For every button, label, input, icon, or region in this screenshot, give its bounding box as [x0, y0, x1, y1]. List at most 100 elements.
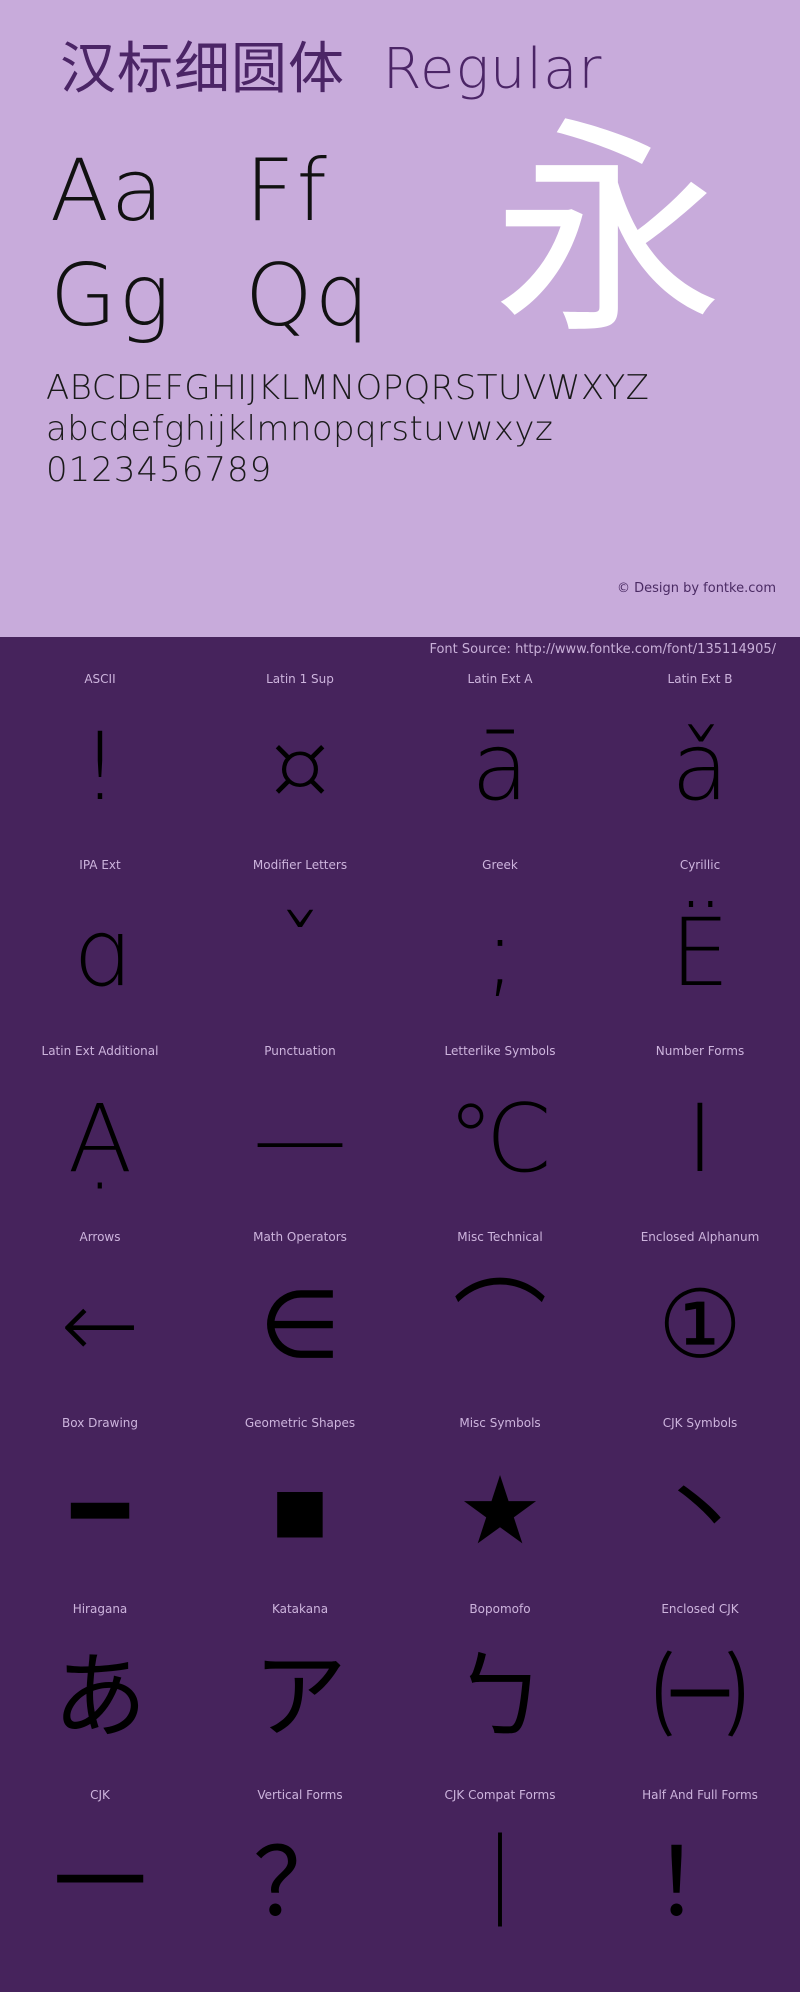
unicode-block-row: CJK 一 Vertical Forms ？ CJK Compat Forms ｜ Half… [0, 1779, 800, 1965]
unicode-block-cell[interactable]: Punctuation — [200, 1035, 400, 1221]
unicode-block-glyph: ㄅ [452, 1643, 547, 1752]
unicode-block-label: Geometric Shapes [244, 1416, 356, 1430]
unicode-block-cell[interactable]: Bopomofo ㄅ [400, 1593, 600, 1779]
unicode-block-glyph: ā [471, 713, 529, 822]
unicode-block-label: Cyrillic [679, 858, 721, 872]
unicode-block-cell[interactable]: Hiragana あ [0, 1593, 200, 1779]
unicode-block-cell[interactable]: Geometric Shapes ■ [200, 1407, 400, 1593]
unicode-block-cell[interactable]: Enclosed CJK ㈠ [600, 1593, 800, 1779]
unicode-block-glyph: ★ [457, 1457, 543, 1566]
unicode-block-cell[interactable]: Latin Ext Additional Ạ [0, 1035, 200, 1221]
unicode-block-row: IPA Ext ɑ Modifier Letters ˇ Greek; Cyrillic Ё [0, 849, 800, 1035]
unicode-block-glyph: ？ [252, 1829, 347, 1938]
unicode-block-glyph: ㈠ [652, 1643, 747, 1752]
unicode-block-label: Latin Ext Additional [41, 1044, 159, 1058]
alphabet-block: ABCDEFGHIJKLMNOPQRSTUVWXYZ abcdefghijklm… [46, 368, 766, 491]
uppercase-alphabet-line: ABCDEFGHIJKLMNOPQRSTUVWXYZ [46, 368, 650, 408]
sample-letter-qq: Qq [245, 245, 372, 346]
unicode-block-cell[interactable]: Latin 1 Sup ¤ [200, 663, 400, 849]
specimen-panel: 汉标细圆体 Regular Aa Ff Gg Qq 永 ABCDEFGHIJKL… [0, 0, 800, 637]
copyright-notice: © Design by fontke.com [616, 581, 776, 596]
unicode-block-cell[interactable]: Vertical Forms ？ [200, 1779, 400, 1965]
unicode-block-cell[interactable]: Number Forms Ⅰ [600, 1035, 800, 1221]
unicode-block-cell[interactable]: Modifier Letters ˇ [200, 849, 400, 1035]
unicode-block-cell[interactable]: Cyrillic Ё [600, 849, 800, 1035]
unicode-block-glyph: ɑ [70, 899, 130, 1008]
unicode-block-label: Modifier Letters [252, 858, 348, 872]
sample-letter-aa: Aa [50, 140, 166, 241]
unicode-block-label: Enclosed Alphanum [640, 1230, 760, 1244]
sample-letter-row: Gg Qq [50, 243, 450, 348]
unicode-block-glyph: あ [52, 1643, 147, 1752]
unicode-block-label: Math Operators [253, 1230, 347, 1244]
lowercase-alphabet-line: abcdefghijklmnopqrstuvwxyz [46, 409, 554, 449]
unicode-block-cell[interactable]: CJK Symbols 丶 [600, 1407, 800, 1593]
unicode-block-glyph: — [253, 1085, 347, 1194]
unicode-block-label: Enclosed CJK [661, 1602, 739, 1616]
unicode-block-glyph: ℃ [447, 1085, 553, 1194]
unicode-block-cell[interactable]: Math Operators ∈ [200, 1221, 400, 1407]
unicode-block-glyph: ① [657, 1271, 743, 1380]
unicode-block-glyph: ¤ [270, 713, 330, 822]
unicode-block-label: CJK [90, 1788, 110, 1802]
unicode-block-glyph: Ⅰ [686, 1085, 714, 1194]
sample-letter-ff: Ff [245, 140, 329, 241]
unicode-block-cell[interactable]: Latin Ext A ā [400, 663, 600, 849]
hanzi-sample-glyph: 永 [492, 99, 723, 366]
unicode-block-glyph: ！ [652, 1829, 747, 1938]
unicode-block-glyph: Ё [670, 899, 730, 1008]
unicode-block-glyph: ǎ [671, 713, 729, 822]
unicode-block-label: Number Forms [655, 1044, 745, 1058]
unicode-block-label: Greek [482, 858, 518, 872]
unicode-block-glyph: ｜ [452, 1829, 547, 1938]
unicode-block-cell[interactable]: ASCII! [0, 663, 200, 849]
unicode-block-cell[interactable]: IPA Ext ɑ [0, 849, 200, 1035]
unicode-block-label: Bopomofo [469, 1602, 531, 1616]
unicode-block-cell[interactable]: Misc Technical ⌒ [400, 1221, 600, 1407]
unicode-block-row: Box Drawing ━ Geometric Shapes ■ Misc Symbol… [0, 1407, 800, 1593]
unicode-block-label: IPA Ext [79, 858, 121, 872]
unicode-block-label: CJK Symbols [662, 1416, 738, 1430]
unicode-block-cell[interactable]: Greek; [400, 849, 600, 1035]
unicode-block-glyph: ━ [71, 1457, 129, 1566]
unicode-block-cell[interactable]: Arrows ← [0, 1221, 200, 1407]
unicode-block-glyph: ← [60, 1271, 140, 1380]
unicode-block-label: Misc Technical [457, 1230, 543, 1244]
unicode-block-label: Vertical Forms [257, 1788, 343, 1802]
unicode-block-cell[interactable]: Enclosed Alphanum ① [600, 1221, 800, 1407]
unicode-block-label: ASCII [84, 672, 116, 686]
unicode-block-cell[interactable]: Latin Ext B ǎ [600, 663, 800, 849]
unicode-block-glyph: Ạ [67, 1085, 133, 1194]
unicode-block-glyph: 丶 [652, 1457, 747, 1566]
sample-letter-gg: Gg [50, 245, 173, 346]
unicode-block-cell[interactable]: Misc Symbols ★ [400, 1407, 600, 1593]
unicode-block-label: Latin Ext A [467, 672, 533, 686]
sample-letter-row: Aa Ff [50, 138, 450, 243]
sample-letter-grid: Aa Ff Gg Qq [50, 138, 450, 348]
unicode-block-row: Hiragana あ Katakana ア Bopomofo ㄅ Enclosed CJK ㈠ [0, 1593, 800, 1779]
unicode-block-label: Letterlike Symbols [444, 1044, 556, 1058]
unicode-block-glyph: ■ [271, 1457, 329, 1566]
unicode-block-glyph: ⌒ [452, 1271, 547, 1380]
unicode-block-label: Katakana [271, 1602, 329, 1616]
unicode-block-cell[interactable]: Box Drawing ━ [0, 1407, 200, 1593]
unicode-block-cell[interactable]: Half And Full Forms ！ [600, 1779, 800, 1965]
unicode-block-grid: ASCII! Latin 1 Sup ¤ Latin Ext Aā Latin Ext … [0, 663, 800, 1992]
font-source-link[interactable]: Font Source: http://www.fontke.com/font/… [429, 640, 776, 660]
unicode-block-glyph: ∈ [259, 1271, 341, 1380]
unicode-block-glyph: ; [484, 899, 516, 1008]
unicode-block-glyph: ! [81, 713, 119, 822]
unicode-block-cell[interactable]: CJK 一 [0, 1779, 200, 1965]
unicode-block-label: Punctuation [264, 1044, 336, 1058]
unicode-block-label: Latin 1 Sup [266, 672, 334, 686]
unicode-block-label: Misc Symbols [459, 1416, 541, 1430]
unicode-block-cell[interactable]: Letterlike Symbols ℃ [400, 1035, 600, 1221]
source-bar: Font Source: http://www.fontke.com/font/… [0, 637, 800, 663]
digits-line: 0123456789 [46, 450, 273, 490]
unicode-block-row: Arrows ← Math Operators ∈ Misc Technical ⌒ Enc… [0, 1221, 800, 1407]
font-specimen-page: 汉标细圆体 Regular Aa Ff Gg Qq 永 ABCDEFGHIJKL… [0, 0, 800, 1992]
unicode-block-label: Hiragana [72, 1602, 128, 1616]
unicode-block-cell[interactable]: Katakana ア [200, 1593, 400, 1779]
unicode-block-cell[interactable]: CJK Compat Forms ｜ [400, 1779, 600, 1965]
unicode-block-label: Half And Full Forms [642, 1788, 758, 1802]
